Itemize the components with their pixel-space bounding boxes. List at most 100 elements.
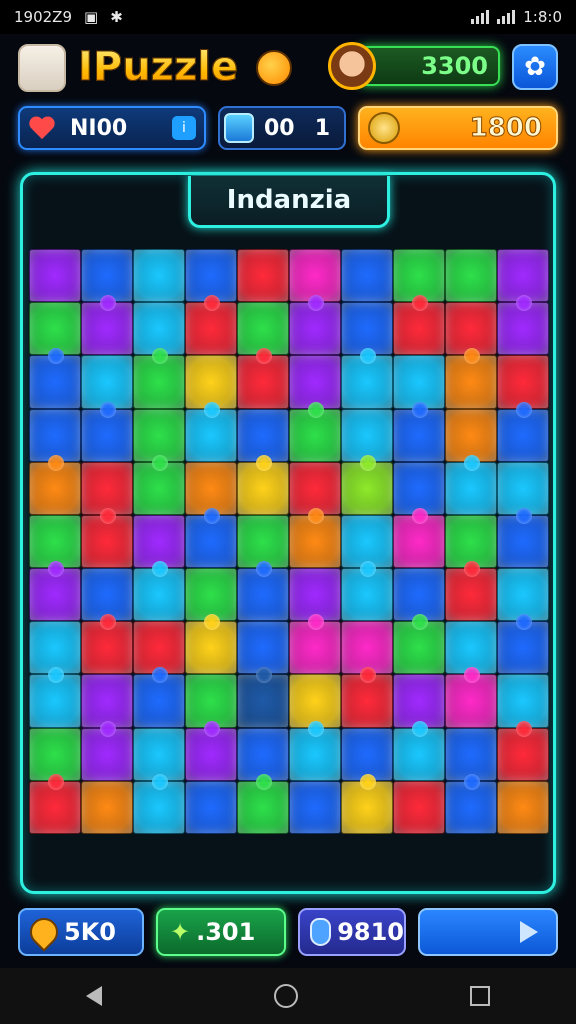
puzzle-piece[interactable] — [289, 295, 341, 356]
puzzle-piece[interactable] — [289, 614, 341, 675]
puzzle-piece[interactable] — [81, 674, 133, 728]
puzzle-piece[interactable] — [29, 667, 81, 728]
puzzle-piece[interactable] — [237, 249, 289, 303]
info-icon[interactable]: i — [172, 116, 196, 140]
puzzle-piece[interactable] — [133, 348, 185, 409]
puzzle-piece[interactable] — [133, 249, 185, 303]
puzzle-piece[interactable] — [185, 461, 237, 515]
puzzle-piece[interactable] — [133, 727, 185, 781]
back-icon[interactable] — [86, 986, 102, 1006]
puzzle-piece[interactable] — [133, 667, 185, 728]
puzzle-piece[interactable] — [133, 408, 185, 462]
shield-button[interactable]: 9810 — [298, 908, 406, 956]
puzzle-piece[interactable] — [497, 295, 549, 356]
settings-button[interactable]: ✿ — [512, 44, 558, 90]
puzzle-piece[interactable] — [497, 507, 549, 569]
gold-panel[interactable]: 1800 — [358, 106, 558, 150]
hint-button[interactable]: 5K0 — [18, 908, 144, 956]
puzzle-piece[interactable] — [185, 674, 237, 728]
puzzle-piece[interactable] — [29, 561, 81, 622]
puzzle-piece[interactable] — [237, 348, 289, 409]
puzzle-piece[interactable] — [497, 401, 549, 462]
puzzle-piece[interactable] — [185, 507, 237, 569]
puzzle-piece[interactable] — [497, 720, 549, 781]
recents-icon[interactable] — [470, 986, 490, 1006]
home-icon[interactable] — [274, 984, 298, 1008]
puzzle-grid[interactable] — [29, 249, 549, 834]
shuffle-button[interactable]: ✦ .301 — [156, 908, 286, 956]
puzzle-piece[interactable] — [341, 773, 393, 834]
puzzle-piece[interactable] — [185, 720, 237, 781]
puzzle-piece[interactable] — [393, 355, 445, 409]
puzzle-piece[interactable] — [341, 561, 393, 622]
puzzle-piece[interactable] — [445, 348, 497, 409]
puzzle-piece[interactable] — [29, 408, 81, 462]
puzzle-piece[interactable] — [81, 614, 133, 675]
puzzle-piece[interactable] — [29, 249, 81, 303]
play-button[interactable] — [418, 908, 558, 956]
puzzle-piece[interactable] — [29, 454, 81, 515]
puzzle-piece[interactable] — [445, 454, 497, 515]
puzzle-piece[interactable] — [81, 355, 133, 409]
puzzle-piece[interactable] — [289, 720, 341, 781]
puzzle-piece[interactable] — [341, 348, 393, 409]
puzzle-piece[interactable] — [341, 249, 393, 303]
puzzle-piece[interactable] — [497, 614, 549, 675]
puzzle-piece[interactable] — [237, 561, 289, 622]
puzzle-piece[interactable] — [445, 727, 497, 781]
puzzle-piece[interactable] — [237, 667, 289, 728]
puzzle-piece[interactable] — [237, 408, 289, 462]
puzzle-piece[interactable] — [29, 348, 81, 409]
puzzle-piece[interactable] — [81, 295, 133, 356]
puzzle-piece[interactable] — [393, 674, 445, 728]
puzzle-piece[interactable] — [29, 727, 81, 781]
puzzle-piece[interactable] — [81, 780, 133, 834]
puzzle-piece[interactable] — [393, 401, 445, 462]
puzzle-piece[interactable] — [393, 780, 445, 834]
puzzle-piece[interactable] — [497, 461, 549, 515]
puzzle-piece[interactable] — [185, 780, 237, 834]
puzzle-piece[interactable] — [341, 667, 393, 728]
puzzle-piece[interactable] — [133, 773, 185, 834]
puzzle-piece[interactable] — [393, 295, 445, 356]
puzzle-piece[interactable] — [497, 674, 549, 728]
puzzle-piece[interactable] — [445, 667, 497, 728]
player-avatar[interactable] — [18, 44, 66, 92]
puzzle-piece[interactable] — [497, 780, 549, 834]
boost-panel[interactable]: 00 1 — [218, 106, 346, 150]
puzzle-piece[interactable] — [341, 408, 393, 462]
puzzle-piece[interactable] — [237, 727, 289, 781]
puzzle-piece[interactable] — [237, 454, 289, 515]
puzzle-piece[interactable] — [289, 355, 341, 409]
puzzle-piece[interactable] — [237, 773, 289, 834]
puzzle-piece[interactable] — [185, 355, 237, 409]
puzzle-piece[interactable] — [81, 720, 133, 781]
puzzle-piece[interactable] — [341, 727, 393, 781]
puzzle-piece[interactable] — [133, 454, 185, 515]
puzzle-piece[interactable] — [289, 401, 341, 462]
puzzle-piece[interactable] — [393, 720, 445, 781]
puzzle-piece[interactable] — [341, 454, 393, 515]
puzzle-piece[interactable] — [81, 507, 133, 569]
puzzle-piece[interactable] — [445, 561, 497, 622]
puzzle-piece[interactable] — [185, 295, 237, 356]
puzzle-piece[interactable] — [497, 355, 549, 409]
lives-panel[interactable]: NI00 i — [18, 106, 206, 150]
puzzle-piece[interactable] — [393, 507, 445, 569]
puzzle-piece[interactable] — [445, 408, 497, 462]
puzzle-piece[interactable] — [393, 614, 445, 675]
puzzle-piece[interactable] — [445, 249, 497, 303]
puzzle-piece[interactable] — [289, 507, 341, 569]
puzzle-piece[interactable] — [289, 461, 341, 515]
puzzle-piece[interactable] — [81, 461, 133, 515]
puzzle-piece[interactable] — [185, 614, 237, 675]
puzzle-piece[interactable] — [185, 401, 237, 462]
puzzle-piece[interactable] — [81, 401, 133, 462]
profile-avatar[interactable] — [328, 42, 376, 90]
puzzle-piece[interactable] — [29, 773, 81, 834]
puzzle-piece[interactable] — [133, 561, 185, 622]
puzzle-piece[interactable] — [289, 674, 341, 728]
puzzle-piece[interactable] — [445, 773, 497, 834]
puzzle-piece[interactable] — [289, 780, 341, 834]
puzzle-piece[interactable] — [393, 461, 445, 515]
